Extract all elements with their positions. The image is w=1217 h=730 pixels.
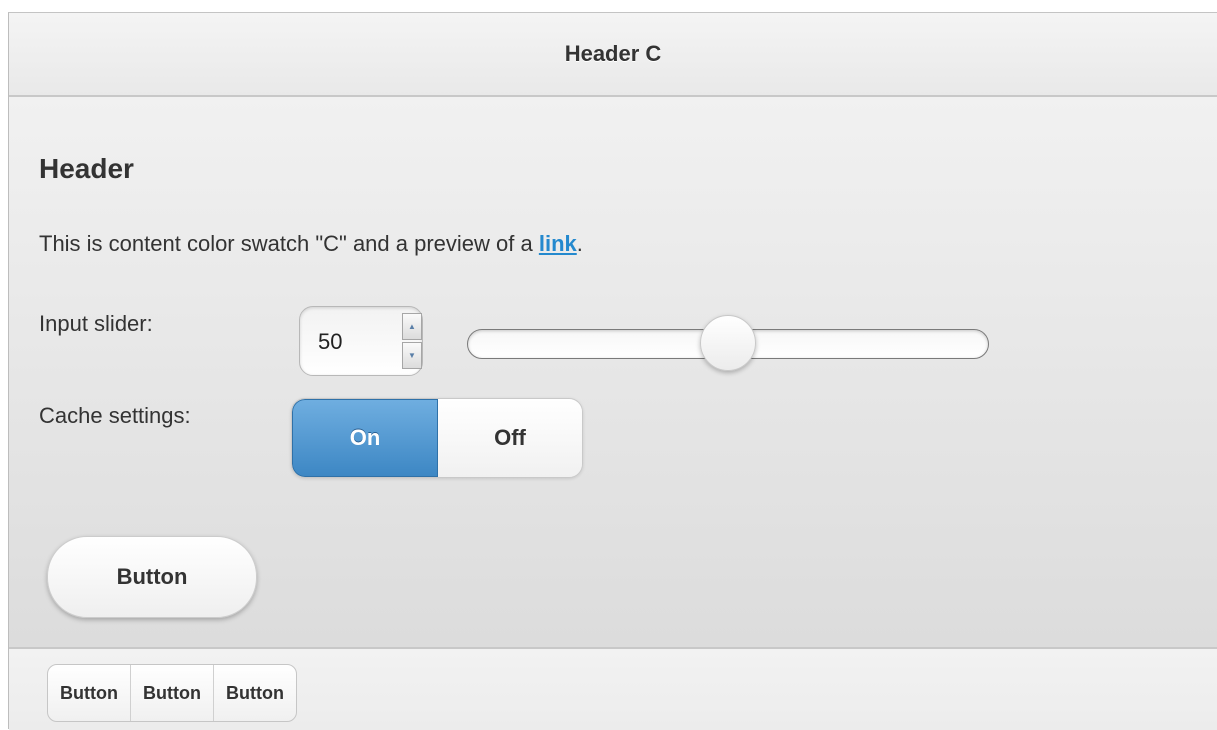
input-slider-label: Input slider: [39, 311, 153, 336]
page-footer: Button Button Button [9, 649, 1217, 730]
content-area: Header This is content color swatch "C" … [9, 97, 1217, 649]
preview-link[interactable]: link [539, 231, 577, 256]
triangle-up-icon: ▲ [408, 322, 416, 331]
paragraph-text: This is content color swatch "C" and a p… [39, 231, 539, 256]
paragraph-period: . [576, 231, 583, 256]
cache-toggle[interactable]: On Off [291, 398, 583, 478]
spinner-down-button[interactable]: ▼ [402, 342, 422, 369]
app-frame: Header C Header This is content color sw… [8, 12, 1217, 730]
slider-handle[interactable] [700, 315, 756, 371]
page-title: Header C [564, 41, 662, 66]
cache-off-option[interactable]: Off [438, 399, 582, 477]
content-paragraph: This is content color swatch "C" and a p… [39, 231, 583, 257]
spinner-up-button[interactable]: ▲ [402, 313, 422, 340]
cache-settings-label: Cache settings: [39, 403, 191, 428]
footer-button-1[interactable]: Button [48, 665, 131, 721]
footer-button-3[interactable]: Button [214, 665, 296, 721]
slider-value[interactable]: 50 [318, 329, 342, 355]
slider-number-input[interactable]: 50 ▲ ▼ [299, 306, 423, 376]
content-button[interactable]: Button [47, 536, 257, 618]
page-header: Header C [9, 13, 1217, 97]
cache-on-option[interactable]: On [292, 399, 438, 477]
content-heading: Header [39, 153, 134, 184]
number-spinner: ▲ ▼ [402, 313, 422, 369]
triangle-down-icon: ▼ [408, 351, 416, 360]
footer-button-group: Button Button Button [47, 664, 297, 722]
footer-button-2[interactable]: Button [131, 665, 214, 721]
